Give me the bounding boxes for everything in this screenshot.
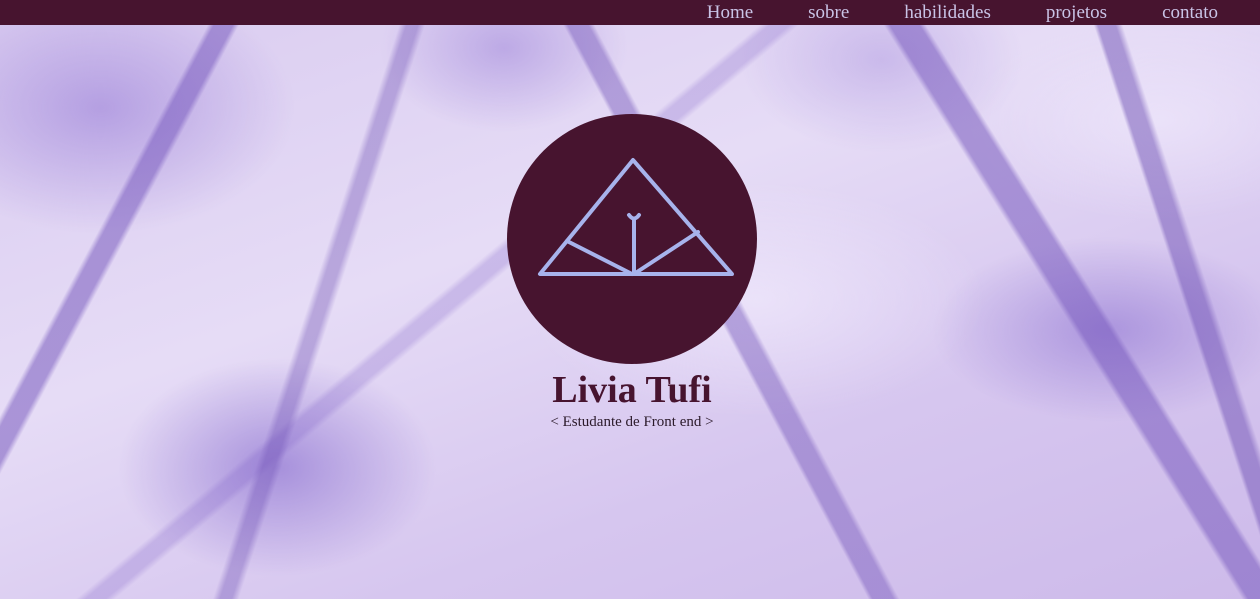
logo (507, 114, 757, 364)
nav-link-sobre[interactable]: sobre (808, 0, 849, 25)
hero-subtitle: < Estudante de Front end > (550, 414, 714, 430)
nav-link-projetos[interactable]: projetos (1046, 0, 1107, 25)
triangle-monogram-icon (538, 158, 734, 276)
nav-link-contato[interactable]: contato (1162, 0, 1218, 25)
nav-link-habilidades[interactable]: habilidades (904, 0, 991, 25)
nav-link-home[interactable]: Home (707, 0, 753, 25)
hero-name: Livia Tufi (552, 369, 712, 411)
top-navbar: Home sobre habilidades projetos contato (0, 0, 1260, 25)
